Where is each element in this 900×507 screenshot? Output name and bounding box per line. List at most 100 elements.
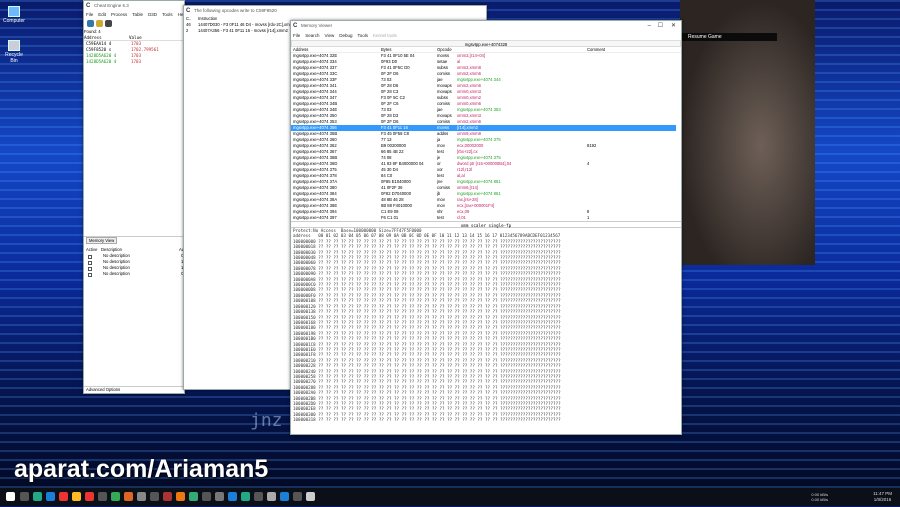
taskbar-app-icon[interactable] [254,492,264,501]
hex-row[interactable]: 100000318 ?? ?? ?? ?? ?? ?? ?? ?? ?? ?? … [293,417,681,422]
hex-byte: ?? [333,406,339,412]
result-row[interactable]: 1428D5A620 4 1703 [84,59,184,65]
menu-item[interactable]: D3D [148,12,157,17]
hex-view[interactable]: Protect:No Access Base=100000000 Size=7F… [291,228,681,423]
hex-byte: ?? [386,336,392,342]
menu-item[interactable]: Tools [357,33,368,38]
hex-byte: ?? [378,390,384,396]
taskbar-app-icon[interactable] [33,492,43,501]
hex-byte: ?? [431,314,437,320]
hex-byte: ?? [333,363,339,369]
taskbar-app-icon[interactable] [85,492,95,501]
hex-ascii: ???????????????????????? [500,276,561,282]
taskbar-app-icon[interactable] [215,492,225,501]
resume-game-menu-item[interactable]: Resume Game [682,33,777,41]
taskbar-app-icon[interactable] [150,492,160,501]
recycle-bin-icon [8,40,20,51]
hex-byte: ?? [484,401,490,406]
close-button[interactable]: ✕ [671,21,676,31]
hex-byte: ?? [424,341,430,347]
hex-byte: ?? [325,330,331,336]
taskbar-app-icon[interactable] [98,492,108,501]
taskbar-app-icon[interactable] [72,492,82,501]
taskbar-app-icon[interactable] [293,492,303,501]
desktop-icon-recycle-bin[interactable]: Recycle Bin [2,40,26,64]
hex-byte: ?? [492,319,498,325]
open-process-icon[interactable] [87,20,94,27]
hex-address: 1000000A8 [293,276,316,282]
hex-byte: ?? [325,357,331,363]
hex-byte: ?? [477,325,483,331]
hex-byte: ?? [386,271,392,277]
menu-item[interactable]: File [86,12,93,17]
taskbar-app-icon[interactable] [137,492,147,501]
hex-byte: ?? [477,411,483,417]
hex-byte: ?? [325,298,331,304]
minimize-button[interactable]: – [648,21,651,31]
taskbar-app-icon[interactable] [189,492,199,501]
taskbar-app-icon[interactable] [280,492,290,501]
memory-view-button[interactable]: Memory View [86,237,118,244]
menu-item[interactable]: File [293,33,300,38]
hex-ascii: ???????????????????????? [500,319,561,325]
menu-item[interactable]: Kernel tools [373,33,397,38]
hex-byte: ?? [318,282,324,288]
clock-date: 1/8/2016 [873,497,892,502]
hex-byte: ?? [424,319,430,325]
taskbar-app-icon[interactable] [202,492,212,501]
hex-byte: ?? [469,379,475,385]
table-row[interactable]: No descriptionC5 [86,271,184,277]
taskbar-app-icon[interactable] [163,492,173,501]
hex-byte: ?? [477,406,483,412]
hex-byte: ?? [318,244,324,250]
advanced-options-link[interactable]: Advanced Options [84,386,184,393]
desktop-icon-computer[interactable]: Computer [2,6,26,24]
hex-byte: ?? [318,265,324,271]
taskbar-app-icon[interactable] [124,492,134,501]
hex-byte: ?? [431,298,437,304]
hex-byte: ?? [469,341,475,347]
hex-byte: ?? [363,411,369,417]
hex-byte: ?? [386,379,392,385]
hex-byte: ?? [439,238,445,244]
clock[interactable]: 11:47 PM 1/8/2016 [873,491,892,503]
taskbar-app-icon[interactable] [228,492,238,501]
active-checkbox[interactable] [88,273,92,277]
start-windows-icon[interactable] [6,492,15,501]
taskbar-app-icon[interactable] [20,492,30,501]
disassembly-list[interactable]: mgsvtpp.exe+4074 32E F3 41 0F10 5E 04 movs… [291,53,676,221]
open-file-icon[interactable] [96,20,103,27]
taskbar-app-icon[interactable] [59,492,69,501]
taskbar-app-icon[interactable] [46,492,56,501]
menu-item[interactable]: Tools [162,12,173,17]
hex-byte: ?? [340,325,347,331]
hex-byte: ?? [340,346,347,352]
menu-item[interactable]: Process [111,12,127,17]
hex-address: 100000270 [293,379,316,385]
menu-item[interactable]: Debug [339,33,352,38]
hex-byte: ?? [477,346,483,352]
menu-item[interactable]: View [325,33,335,38]
taskbar-app-icon[interactable] [111,492,121,501]
hex-byte: ?? [378,406,384,412]
hex-byte: ?? [356,287,362,293]
hex-byte: ?? [333,292,339,298]
hex-byte: ?? [439,244,445,250]
save-icon[interactable] [105,20,112,27]
taskbar-app-icon[interactable] [241,492,251,501]
hex-byte: ?? [378,384,384,390]
hex-byte: ?? [363,330,369,336]
taskbar-app-icon[interactable] [306,492,316,501]
menu-item[interactable]: Edit [98,12,106,17]
hex-byte: ?? [492,352,498,358]
game-window[interactable]: Resume Game [680,0,815,265]
taskbar-app-icon[interactable] [176,492,186,501]
address-bar[interactable]: mgsvtpp.exe+4074328 [291,40,681,47]
hex-byte: ?? [462,401,468,406]
taskbar-app-icon[interactable] [267,492,277,501]
hex-byte: ?? [431,363,437,369]
menu-item[interactable]: Table [132,12,143,17]
menu-item[interactable]: Search [305,33,319,38]
maximize-button[interactable]: ☐ [658,21,663,31]
hex-byte: ?? [394,325,400,331]
